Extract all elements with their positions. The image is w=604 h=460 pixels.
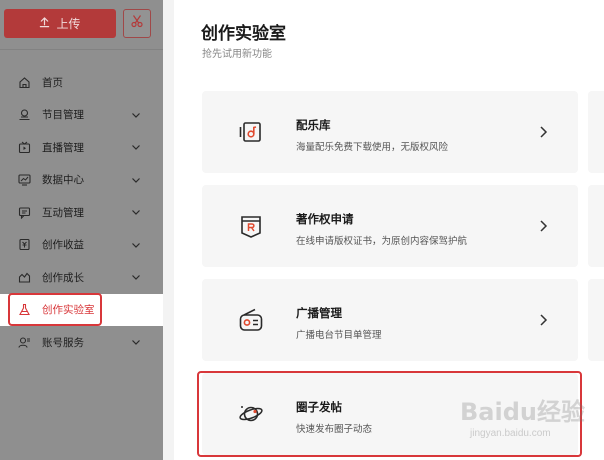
sidebar-item-label: 数据中心 xyxy=(42,174,84,187)
page-subtitle: 抢先试用新功能 xyxy=(202,49,272,60)
card-copyright[interactable]: 著作权申请 在线申请版权证书，为原创内容保驾护航 xyxy=(202,185,578,267)
card-circle-post[interactable]: 圈子发帖 快速发布圈子动态 xyxy=(202,373,578,455)
sidebar-item-label: 互动管理 xyxy=(42,206,84,219)
program-icon xyxy=(18,108,31,121)
income-icon xyxy=(18,238,31,251)
sidebar-item-data[interactable]: 数据中心 xyxy=(0,164,163,197)
page-title: 创作实验室 xyxy=(201,24,286,43)
card-title: 圈子发帖 xyxy=(296,402,342,414)
card-title: 著作权申请 xyxy=(296,214,354,226)
chevron-right-icon xyxy=(538,313,548,327)
main-panel: 创作实验室 抢先试用新功能 配乐库 海量配乐免费下载使用，无版权风险 著作权申请… xyxy=(174,0,604,460)
chevron-down-icon xyxy=(131,272,141,282)
card-partial-right[interactable] xyxy=(588,91,604,173)
chevron-right-icon xyxy=(538,219,548,233)
chevron-down-icon xyxy=(131,240,141,250)
live-icon xyxy=(18,141,31,154)
card-title: 广播管理 xyxy=(296,308,342,320)
card-partial-right[interactable] xyxy=(588,279,604,361)
scissors-icon xyxy=(130,14,144,33)
chevron-down-icon xyxy=(131,207,141,217)
chevron-down-icon xyxy=(131,337,141,347)
sidebar-item-label: 创作成长 xyxy=(42,271,84,284)
sidebar-item-label: 账号服务 xyxy=(42,336,84,349)
card-description: 广播电台节目单管理 xyxy=(296,330,382,341)
sidebar-item-growth[interactable]: 创作成长 xyxy=(0,261,163,294)
sidebar-item-label: 创作收益 xyxy=(42,239,84,252)
copyright-icon xyxy=(238,213,264,239)
sidebar-item-label: 节目管理 xyxy=(42,109,84,122)
radio-icon xyxy=(238,307,264,333)
growth-icon xyxy=(18,271,31,284)
sidebar-item-label: 创作实验室 xyxy=(42,304,95,317)
sidebar-item-account[interactable]: 账号服务 xyxy=(0,326,163,359)
card-description: 在线申请版权证书，为原创内容保驾护航 xyxy=(296,236,468,247)
card-title: 配乐库 xyxy=(296,120,331,132)
chat-icon xyxy=(18,206,31,219)
sidebar-item-label: 直播管理 xyxy=(42,141,84,154)
card-description: 海量配乐免费下载使用，无版权风险 xyxy=(296,142,449,153)
card-music-library[interactable]: 配乐库 海量配乐免费下载使用，无版权风险 xyxy=(202,91,578,173)
sidebar-item-program[interactable]: 节目管理 xyxy=(0,99,163,132)
upload-icon xyxy=(39,16,50,31)
sidebar-item-live[interactable]: 直播管理 xyxy=(0,131,163,164)
chevron-right-icon xyxy=(538,125,548,139)
chevron-down-icon xyxy=(131,142,141,152)
sidebar-item-income[interactable]: 创作收益 xyxy=(0,229,163,262)
card-radio-management[interactable]: 广播管理 广播电台节目单管理 xyxy=(202,279,578,361)
sidebar-topbar: 上传 xyxy=(0,0,163,50)
flask-icon xyxy=(18,303,31,316)
chevron-down-icon xyxy=(131,110,141,120)
account-icon xyxy=(18,336,31,349)
card-partial-right[interactable] xyxy=(588,185,604,267)
sidebar-item-lab[interactable]: 创作实验室 xyxy=(0,293,163,326)
upload-button[interactable]: 上传 xyxy=(4,9,116,38)
chevron-down-icon xyxy=(131,175,141,185)
planet-icon xyxy=(238,401,264,427)
sidebar: 上传 首页 节目管理 直播管理 数据中心 互动管理 创作收益 创作成长 创作实验… xyxy=(0,0,163,460)
clip-button[interactable] xyxy=(123,9,151,38)
home-icon xyxy=(18,76,31,89)
upload-label: 上传 xyxy=(56,17,81,31)
music-library-icon xyxy=(238,119,264,145)
sidebar-menu: 首页 节目管理 直播管理 数据中心 互动管理 创作收益 创作成长 创作实验室 账… xyxy=(0,66,163,359)
sidebar-item-home[interactable]: 首页 xyxy=(0,66,163,99)
data-icon xyxy=(18,173,31,186)
sidebar-item-interaction[interactable]: 互动管理 xyxy=(0,196,163,229)
card-description: 快速发布圈子动态 xyxy=(296,424,373,435)
sidebar-item-label: 首页 xyxy=(42,76,63,89)
